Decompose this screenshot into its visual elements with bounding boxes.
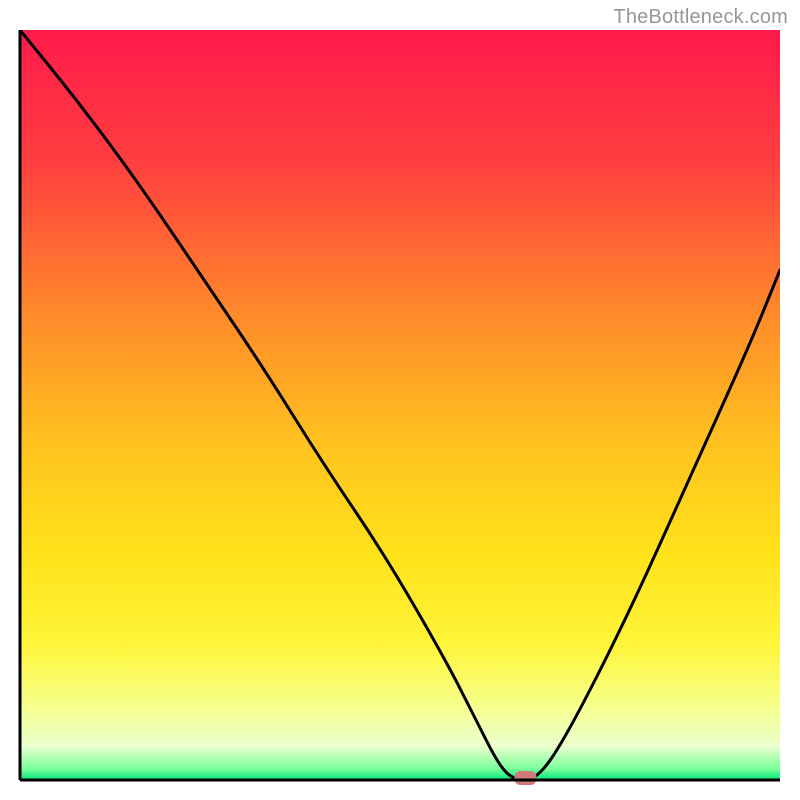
attribution-watermark: TheBottleneck.com [613,6,788,29]
bottleneck-chart: TheBottleneck.com [0,0,800,800]
plot-background-gradient [20,30,780,780]
optimal-point-marker [514,771,536,785]
chart-canvas [0,0,800,800]
